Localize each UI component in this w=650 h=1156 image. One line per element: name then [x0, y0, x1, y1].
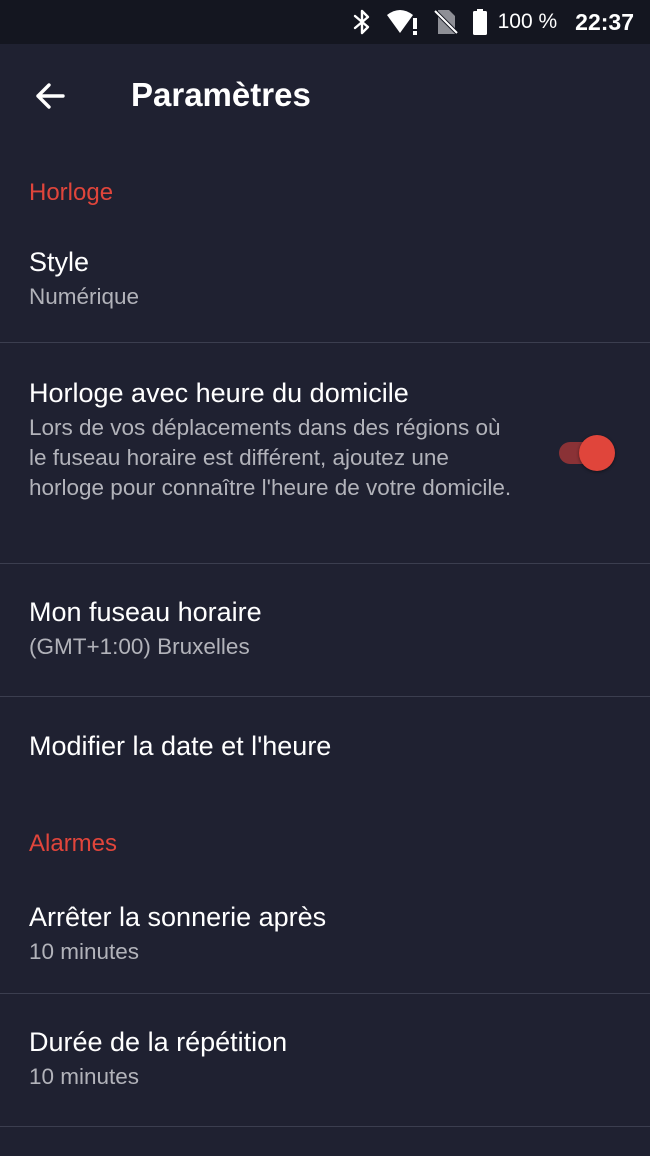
- pref-home-clock-title: Horloge avec heure du domicile: [29, 378, 409, 408]
- pref-home-clock[interactable]: Horloge avec heure du domicile Lors de v…: [0, 343, 650, 564]
- pref-timezone[interactable]: Mon fuseau horaire (GMT+1:00) Bruxelles: [0, 564, 650, 697]
- pref-home-clock-summary: Lors de vos déplacements dans des région…: [29, 415, 512, 500]
- battery-percentage: 100 %: [497, 10, 558, 33]
- app-bar: Paramètres: [0, 44, 650, 148]
- page-title: Paramètres: [131, 76, 311, 113]
- back-button[interactable]: [22, 70, 78, 122]
- section-header-clock: Horloge: [29, 179, 114, 206]
- home-clock-toggle[interactable]: [557, 435, 615, 471]
- toggle-thumb: [579, 435, 615, 471]
- pref-style[interactable]: Style Numérique: [0, 238, 650, 343]
- bluetooth-icon: [352, 0, 372, 44]
- pref-style-title: Style: [29, 247, 90, 277]
- status-bar: 100 % 22:37: [0, 0, 650, 44]
- status-time: 22:37: [575, 8, 634, 35]
- pref-silence-after-summary: 10 minutes: [29, 939, 140, 964]
- battery-full-icon: [472, 0, 488, 44]
- pref-timezone-title: Mon fuseau horaire: [29, 597, 262, 627]
- pref-snooze-length-title: Durée de la répétition: [29, 1027, 288, 1057]
- arrow-left-icon: [36, 83, 65, 109]
- wifi-alert-icon: [386, 0, 420, 44]
- pref-date-time-title: Modifier la date et l'heure: [29, 731, 332, 761]
- pref-silence-after-title: Arrêter la sonnerie après: [29, 902, 327, 932]
- pref-date-time[interactable]: Modifier la date et l'heure: [0, 697, 650, 801]
- pref-style-summary: Numérique: [29, 284, 140, 309]
- section-header-alarms: Alarmes: [29, 830, 118, 857]
- settings-list: Horloge Style Numérique Horloge avec heu…: [0, 148, 650, 1127]
- pref-silence-after[interactable]: Arrêter la sonnerie après 10 minutes: [0, 887, 650, 994]
- pref-snooze-length[interactable]: Durée de la répétition 10 minutes: [0, 994, 650, 1127]
- pref-snooze-length-summary: 10 minutes: [29, 1064, 140, 1089]
- no-sim-icon: [433, 0, 458, 44]
- pref-timezone-summary: (GMT+1:00) Bruxelles: [29, 634, 250, 659]
